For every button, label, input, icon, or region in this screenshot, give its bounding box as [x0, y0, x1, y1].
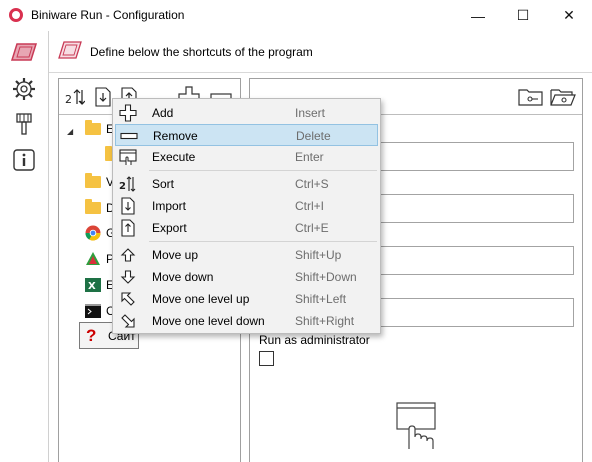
tree-node[interactable]: D [85, 198, 115, 218]
context-menu: Add Insert Remove Delete Execute Enter 2 [112, 98, 381, 334]
arrow-level-down-icon [119, 312, 137, 330]
menu-item-shortcut: Shift+Left [295, 292, 347, 306]
maximize-button[interactable]: ☐ [500, 0, 546, 31]
left-nav-bar [0, 31, 49, 462]
tree-node[interactable]: E [85, 119, 114, 139]
tree-node[interactable]: C [85, 301, 115, 321]
expand-arrow-icon[interactable]: ◢ [67, 127, 73, 136]
page-description: Define below the shortcuts of the progra… [90, 45, 313, 59]
sort-button[interactable]: 2 [63, 85, 87, 109]
console-icon [85, 304, 101, 318]
minus-icon [120, 127, 138, 145]
arrow-down-icon [119, 268, 137, 286]
menu-item-sort[interactable]: 2 Sort Ctrl+S [115, 173, 378, 195]
menu-item-label: Remove [153, 129, 198, 143]
settings-nav-button[interactable] [9, 76, 39, 102]
menu-item-export[interactable]: Export Ctrl+E [115, 217, 378, 239]
shortcuts-icon [11, 43, 37, 61]
folder-icon [85, 120, 101, 135]
app-icon [86, 252, 100, 265]
menu-item-shortcut: Delete [296, 129, 331, 143]
tree-node[interactable]: G [85, 223, 115, 243]
settings-gear-icon [13, 78, 35, 100]
menu-item-label: Execute [152, 150, 196, 164]
sort-icon: 2 [119, 175, 137, 193]
brush-icon [16, 113, 32, 135]
about-nav-button[interactable] [9, 147, 39, 173]
info-icon [13, 149, 35, 171]
svg-text:X: X [88, 281, 96, 292]
menu-item-move-level-down[interactable]: Move one level down Shift+Right [115, 310, 378, 332]
menu-item-shortcut: Insert [295, 106, 326, 120]
page-header: Define below the shortcuts of the progra… [49, 31, 592, 73]
arrow-up-icon [119, 246, 137, 264]
menu-item-label: Move up [152, 248, 199, 262]
menu-item-move-level-up[interactable]: Move one level up Shift+Left [115, 288, 378, 310]
menu-item-add[interactable]: Add Insert [115, 102, 378, 124]
menu-item-shortcut: Enter [295, 150, 324, 164]
menu-item-label: Export [152, 221, 187, 235]
svg-text:2: 2 [119, 181, 126, 192]
arrow-level-up-icon [119, 290, 137, 308]
tree-node[interactable]: X E [85, 275, 114, 295]
menu-item-label: Move down [152, 270, 214, 284]
menu-item-shortcut: Shift+Right [295, 314, 355, 328]
menu-item-label: Add [152, 106, 174, 120]
sort-icon: 2 [65, 89, 85, 106]
menu-item-shortcut: Ctrl+E [295, 221, 329, 235]
menu-item-execute[interactable]: Execute Enter [115, 146, 378, 168]
minimize-button[interactable]: — [455, 0, 501, 31]
close-button[interactable]: ✕ [546, 0, 592, 31]
export-icon [119, 219, 137, 237]
import-icon [119, 197, 137, 215]
excel-icon: X [85, 278, 101, 292]
menu-item-label: Move one level down [152, 314, 265, 328]
menu-item-remove[interactable]: Remove Delete [115, 124, 378, 146]
menu-item-import[interactable]: Import Ctrl+I [115, 195, 378, 217]
menu-item-move-up[interactable]: Move up Shift+Up [115, 244, 378, 266]
svg-text:2: 2 [65, 93, 72, 106]
menu-item-shortcut: Shift+Up [295, 248, 342, 262]
tree-node[interactable]: V [85, 172, 114, 192]
drag-drop-hand-icon [396, 402, 436, 449]
menu-item-label: Sort [152, 177, 175, 191]
question-mark-icon: ? [86, 325, 97, 345]
menu-item-shortcut: Ctrl+I [295, 199, 325, 213]
tree-node[interactable]: P [85, 249, 114, 269]
menu-item-move-down[interactable]: Move down Shift+Down [115, 266, 378, 288]
run-as-admin-label: Run as administrator [259, 333, 370, 347]
execute-icon [119, 148, 137, 166]
menu-separator [149, 241, 377, 242]
chrome-icon [85, 225, 101, 241]
run-as-admin-checkbox[interactable] [259, 351, 274, 366]
open-folder-key-icon[interactable] [518, 87, 544, 107]
import-icon [95, 87, 111, 107]
app-logo-icon [9, 8, 23, 22]
menu-item-shortcut: Shift+Down [295, 270, 357, 284]
menu-item-shortcut: Ctrl+S [295, 177, 329, 191]
shortcuts-nav-button[interactable] [9, 39, 39, 65]
browse-folder-icon[interactable] [550, 87, 576, 107]
appearance-nav-button[interactable] [9, 111, 39, 137]
title-bar: Biniware Run - Configuration — ☐ ✕ [0, 0, 592, 31]
plus-icon [119, 104, 137, 122]
folder-icon [85, 173, 101, 188]
menu-item-label: Import [152, 199, 187, 213]
window-title: Biniware Run - Configuration [31, 8, 185, 22]
menu-item-label: Move one level up [152, 292, 250, 306]
menu-separator [149, 170, 377, 171]
shortcuts-icon [58, 41, 82, 59]
folder-icon [85, 199, 101, 214]
